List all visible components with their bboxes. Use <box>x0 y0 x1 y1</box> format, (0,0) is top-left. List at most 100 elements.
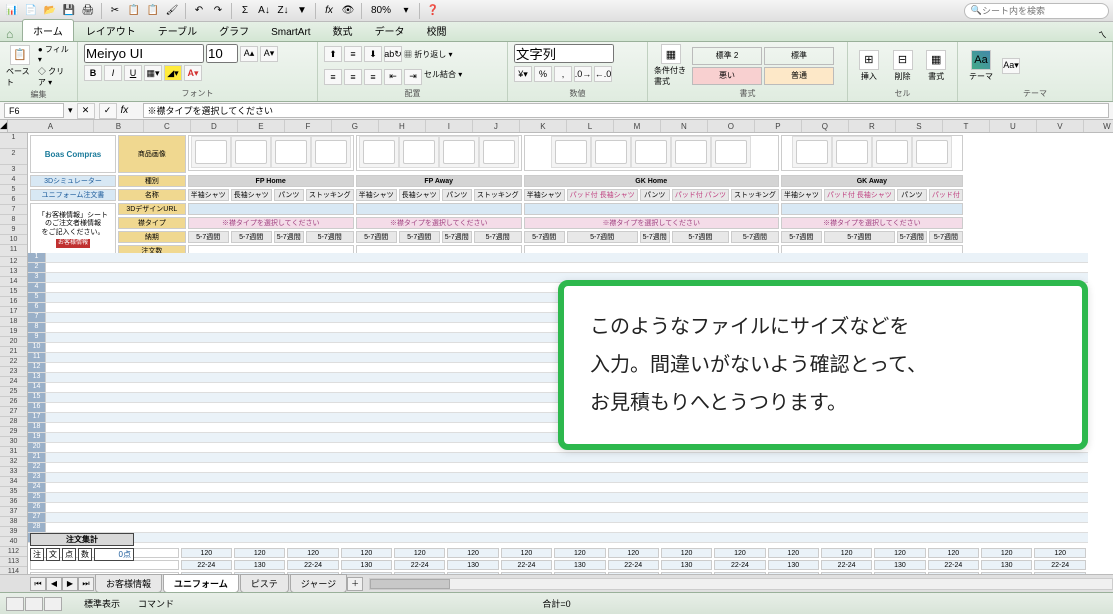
tab-home[interactable]: ホーム <box>22 19 74 41</box>
style-normal[interactable]: 標準 <box>764 47 834 65</box>
fill-color-button[interactable]: ◢▾ <box>164 65 182 81</box>
format-cells-button[interactable]: ▦書式 <box>921 50 951 82</box>
customer-info-button[interactable]: お客様情報 <box>56 239 90 248</box>
col-header[interactable]: M <box>614 120 661 132</box>
align-top-button[interactable]: ⬆ <box>324 46 342 62</box>
row-header[interactable]: 19 <box>0 327 27 337</box>
name-box[interactable] <box>4 103 64 118</box>
row-header[interactable]: 25 <box>0 387 27 397</box>
filter-icon[interactable]: ▼ <box>294 3 310 19</box>
tab-nav-first[interactable]: ⏮ <box>30 577 46 591</box>
col-header[interactable]: R <box>849 120 896 132</box>
row-header[interactable]: 6 <box>0 195 27 205</box>
sheet-tab-customer[interactable]: お客様情報 <box>95 574 162 593</box>
col-header[interactable]: W <box>1084 120 1113 132</box>
col-header[interactable]: D <box>191 120 238 132</box>
grow-font-button[interactable]: A▴ <box>240 46 258 62</box>
tab-smartart[interactable]: SmartArt <box>261 24 320 41</box>
percent-button[interactable]: % <box>534 66 552 82</box>
clear-button[interactable]: ◇ クリア ▾ <box>38 66 71 88</box>
shrink-font-button[interactable]: A▾ <box>260 46 278 62</box>
tab-nav-prev[interactable]: ◀ <box>46 577 62 591</box>
add-sheet-button[interactable]: ＋ <box>347 577 363 591</box>
tab-data[interactable]: データ <box>365 20 415 41</box>
col-header[interactable]: E <box>238 120 285 132</box>
open-icon[interactable]: 📂 <box>42 3 58 19</box>
style-bad[interactable]: 悪い <box>692 67 762 85</box>
row-header[interactable]: 34 <box>0 477 27 487</box>
order-link[interactable]: ユニフォーム注文書 <box>30 189 116 201</box>
row-header[interactable]: 18 <box>0 317 27 327</box>
row-header[interactable]: 17 <box>0 307 27 317</box>
row-header[interactable]: 2 <box>0 149 27 165</box>
row-header[interactable]: 1 <box>0 133 27 149</box>
paste-icon[interactable]: 📋 <box>145 3 161 19</box>
row-header[interactable]: 38 <box>0 517 27 527</box>
row-header[interactable]: 27 <box>0 407 27 417</box>
currency-button[interactable]: ¥▾ <box>514 66 532 82</box>
row-header[interactable]: 29 <box>0 427 27 437</box>
h-scrollbar[interactable] <box>369 578 1113 590</box>
save-icon[interactable]: 💾 <box>61 3 77 19</box>
indent-dec-button[interactable]: ⇤ <box>384 69 402 85</box>
paste-button[interactable]: 📋ペースト <box>6 45 34 88</box>
row-header[interactable]: 14 <box>0 277 27 287</box>
row-header[interactable]: 23 <box>0 367 27 377</box>
row-header[interactable]: 30 <box>0 437 27 447</box>
format-painter-icon[interactable]: 🖌 <box>164 3 180 19</box>
align-left-button[interactable]: ≡ <box>324 69 342 85</box>
align-mid-button[interactable]: ≡ <box>344 46 362 62</box>
style-neutral[interactable]: 普通 <box>764 67 834 85</box>
sim-link[interactable]: 3Dシミュレーター <box>30 175 116 187</box>
indent-inc-button[interactable]: ⇥ <box>404 69 422 85</box>
col-header[interactable]: S <box>896 120 943 132</box>
col-header[interactable]: G <box>332 120 379 132</box>
col-header[interactable]: U <box>990 120 1037 132</box>
col-header[interactable]: A <box>8 120 94 132</box>
view-layout-button[interactable] <box>25 597 43 611</box>
orient-button[interactable]: ab↻ <box>384 46 402 62</box>
dec-inc-button[interactable]: .0→ <box>574 66 592 82</box>
bold-button[interactable]: B <box>84 65 102 81</box>
row-header[interactable]: 33 <box>0 467 27 477</box>
col-header[interactable]: J <box>473 120 520 132</box>
zoom-value[interactable]: 80% <box>367 5 395 16</box>
align-center-button[interactable]: ≡ <box>344 69 362 85</box>
tab-formula[interactable]: 数式 <box>323 20 363 41</box>
col-header[interactable]: K <box>520 120 567 132</box>
row-header[interactable]: 7 <box>0 205 27 215</box>
row-header[interactable]: 4 <box>0 175 27 185</box>
row-header[interactable]: 20 <box>0 337 27 347</box>
fx-icon[interactable]: fx <box>121 105 139 116</box>
align-bot-button[interactable]: ⬇ <box>364 46 382 62</box>
font-color-button[interactable]: A▾ <box>184 65 202 81</box>
zoom-dropdown-icon[interactable]: ▾ <box>398 3 414 19</box>
row-header[interactable]: 11 <box>0 245 27 257</box>
col-header[interactable]: T <box>943 120 990 132</box>
row-header[interactable]: 39 <box>0 527 27 537</box>
tab-review[interactable]: 校閲 <box>417 20 457 41</box>
h-scroll-thumb[interactable] <box>370 579 450 589</box>
view-pagebreak-button[interactable] <box>44 597 62 611</box>
col-header[interactable]: O <box>708 120 755 132</box>
tab-nav-last[interactable]: ⏭ <box>78 577 94 591</box>
row-header[interactable]: 37 <box>0 507 27 517</box>
row-header[interactable]: 13 <box>0 267 27 277</box>
tab-table[interactable]: テーブル <box>148 20 207 41</box>
row-header[interactable]: 35 <box>0 487 27 497</box>
dec-dec-button[interactable]: ←.0 <box>594 66 612 82</box>
view-normal-button[interactable] <box>6 597 24 611</box>
row-header[interactable]: 15 <box>0 287 27 297</box>
col-header[interactable]: B <box>94 120 144 132</box>
row-header[interactable]: 36 <box>0 497 27 507</box>
row-header[interactable]: 24 <box>0 377 27 387</box>
sort-desc-icon[interactable]: Z↓ <box>275 3 291 19</box>
underline-button[interactable]: U <box>124 65 142 81</box>
row-header[interactable]: 21 <box>0 347 27 357</box>
comma-button[interactable]: , <box>554 66 572 82</box>
help-icon[interactable]: ❓ <box>425 3 441 19</box>
copy-icon[interactable]: 📋 <box>126 3 142 19</box>
row-header[interactable]: 32 <box>0 457 27 467</box>
collar-select-gk-home[interactable]: ※襟タイプを選択してください <box>524 217 779 229</box>
row-header[interactable]: 16 <box>0 297 27 307</box>
